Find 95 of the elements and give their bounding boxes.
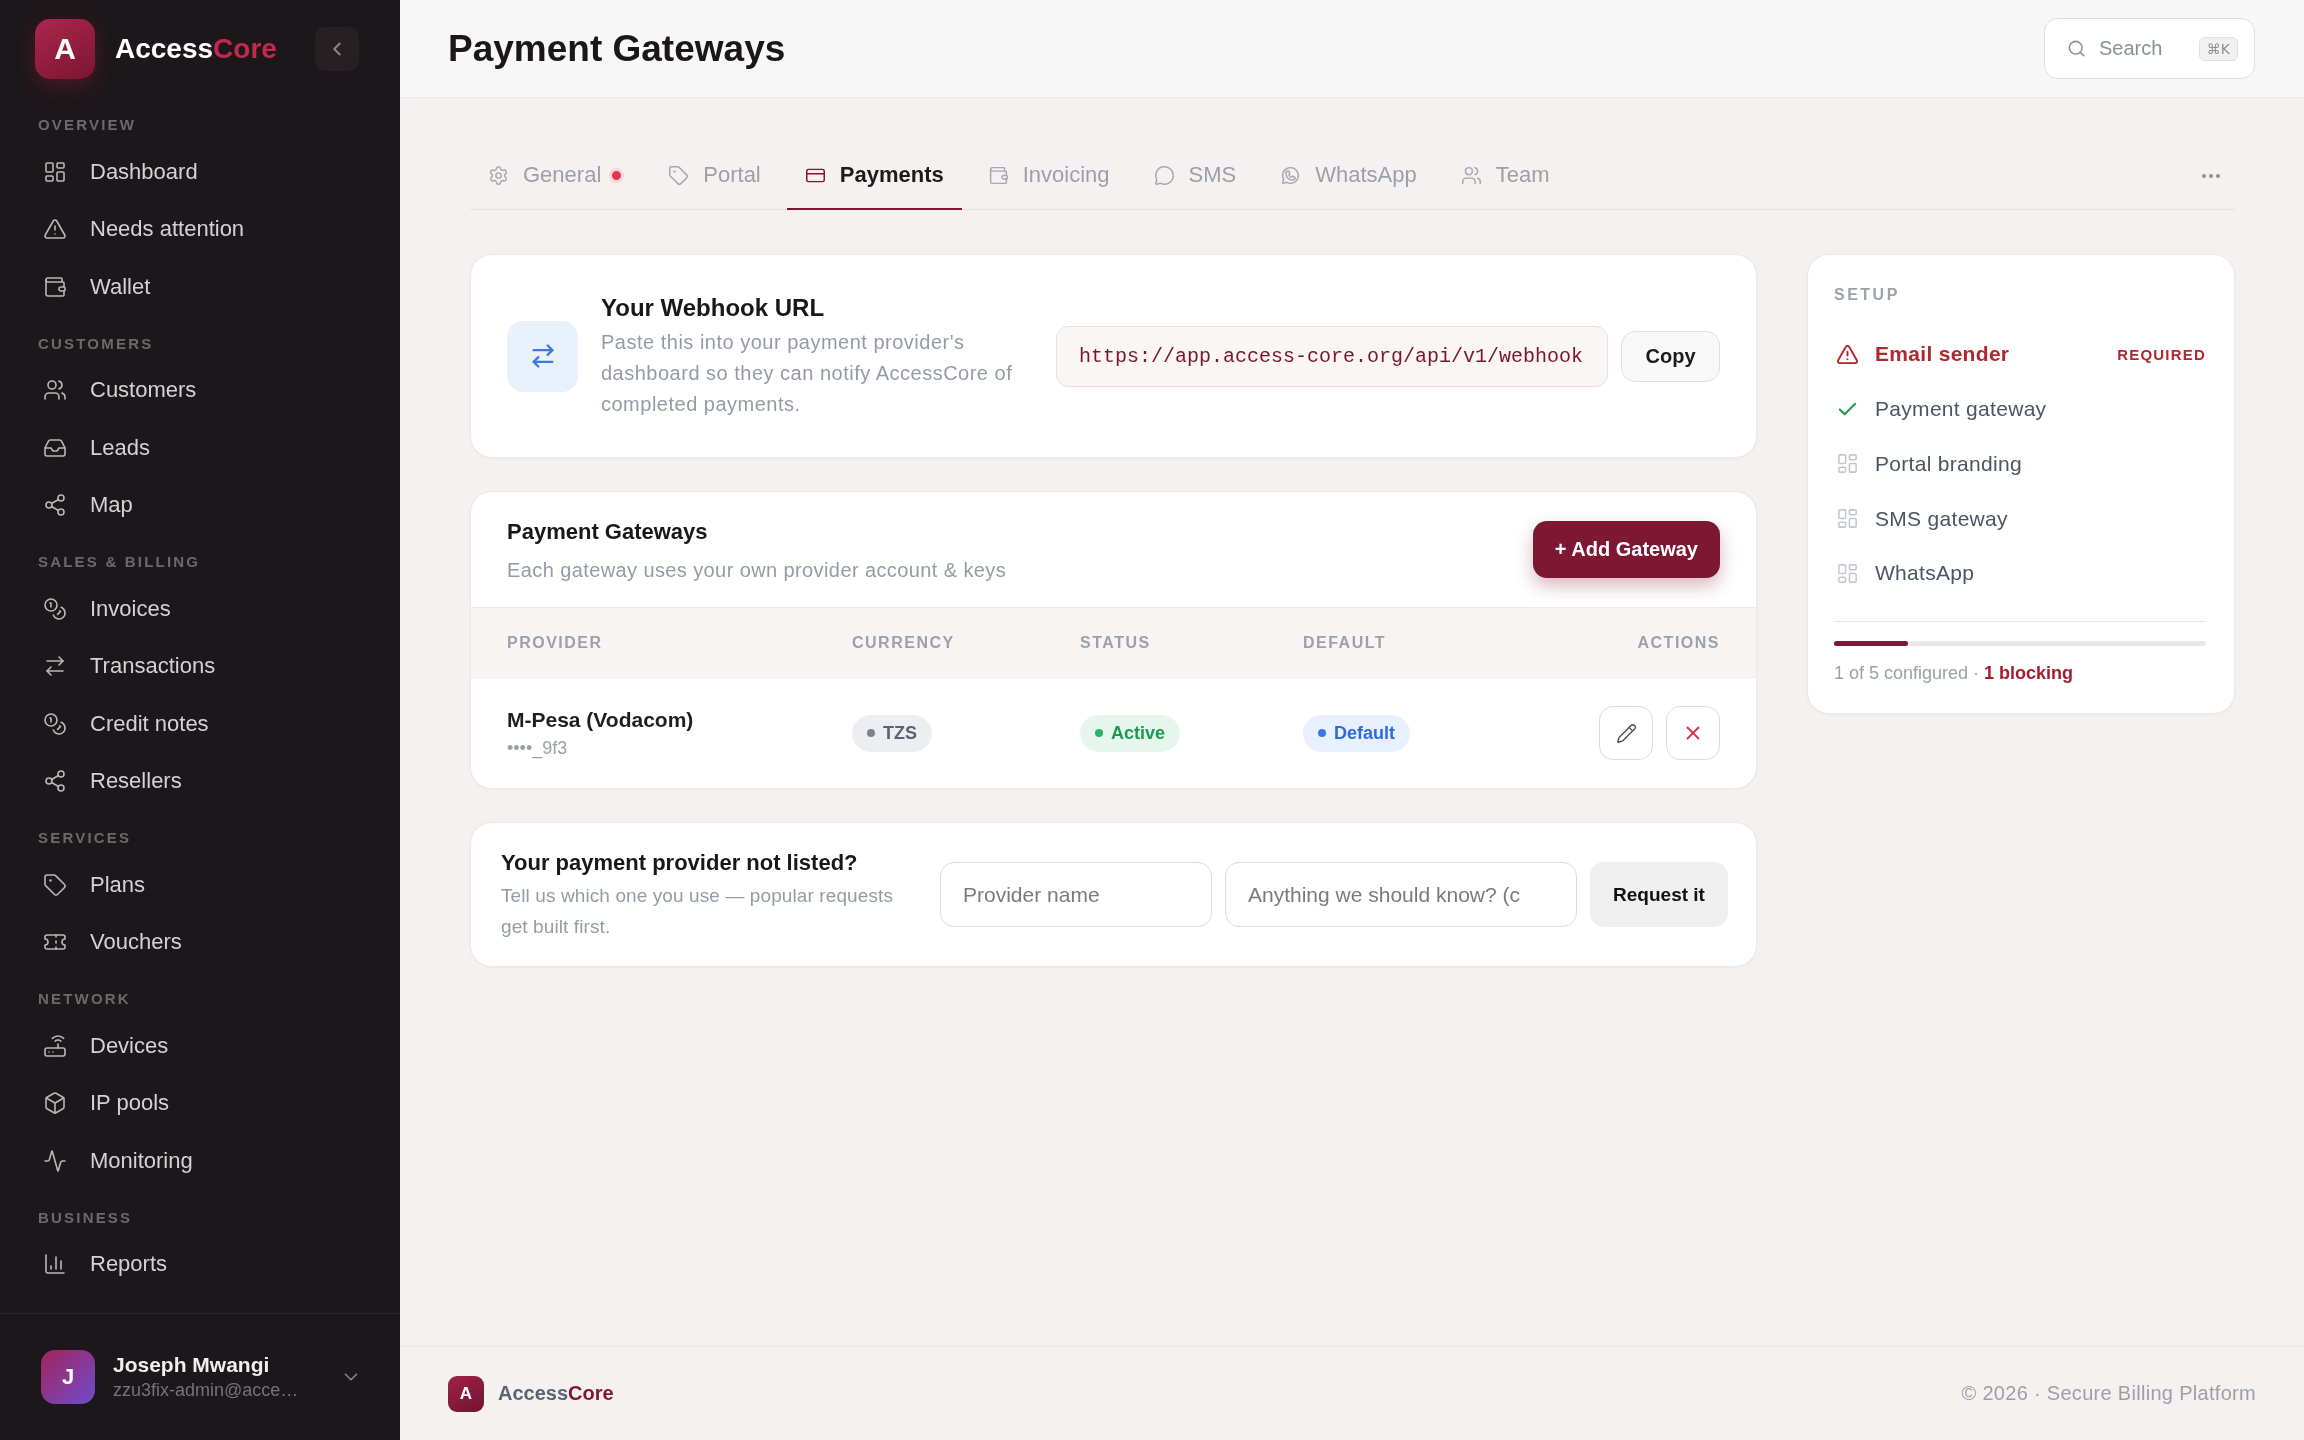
nav-item[interactable]: Leads — [24, 419, 376, 477]
logo-mark: A — [35, 19, 95, 79]
phone-bubble-icon — [1280, 164, 1302, 186]
shortcut-key: ⌘K — [2198, 36, 2238, 61]
webhook-url-field[interactable]: https://app.access-core.org/api/v1/webhook — [1056, 325, 1608, 387]
user-name: Joseph Mwangi — [113, 1353, 271, 1377]
share-icon — [43, 769, 67, 794]
nav-item[interactable]: Reports — [24, 1235, 376, 1293]
edit-button[interactable] — [1599, 706, 1653, 760]
setup-summary: 1 of 5 configured · 1 blocking — [1834, 661, 2075, 685]
column-header: STATUS — [1080, 633, 1152, 652]
nav-item[interactable]: Dashboard — [24, 143, 376, 201]
request-button[interactable]: Request it — [1590, 862, 1728, 927]
nav-item[interactable]: Transactions — [24, 637, 376, 695]
nav-item[interactable]: IP pools — [24, 1074, 376, 1132]
warning-icon — [43, 217, 67, 242]
nav-item[interactable]: Devices — [24, 1017, 376, 1075]
column-header: CURRENCY — [852, 633, 956, 652]
nav-item[interactable]: Customers — [24, 361, 376, 419]
status-text: Active — [1111, 722, 1166, 744]
pencil-icon — [1615, 722, 1637, 744]
search-icon — [2067, 39, 2086, 58]
column-header: PROVIDER — [507, 633, 604, 652]
column-header: ACTIONS — [1637, 633, 1720, 652]
card-title: Payment Gateways — [507, 517, 709, 546]
nav-item[interactable]: Wallet — [24, 258, 376, 316]
coins-icon — [43, 596, 67, 621]
cube-icon — [43, 1091, 67, 1116]
router-icon — [43, 1033, 67, 1058]
provider-name-input[interactable]: Provider name — [940, 862, 1212, 927]
provider-name: M-Pesa (Vodacom) — [507, 707, 695, 732]
brand-name: AccessCore — [115, 33, 277, 65]
card-title: Your payment provider not listed? — [501, 848, 859, 877]
coins-icon — [43, 711, 67, 736]
setup-item[interactable]: Email sender REQUIRED — [1834, 327, 2206, 382]
page-title: Payment Gateways — [448, 27, 786, 70]
user-avatar: J — [41, 1350, 95, 1404]
settings-icon — [488, 164, 509, 186]
delete-button[interactable] — [1666, 706, 1720, 760]
tab[interactable]: Payments — [786, 142, 962, 210]
pulse-icon — [43, 1148, 67, 1173]
nav-item[interactable]: Needs attention — [24, 200, 376, 258]
add-gateway-button[interactable]: + Add Gateway — [1532, 521, 1720, 578]
arrows-icon — [507, 320, 578, 392]
nav-item[interactable]: Map — [24, 476, 376, 534]
people-icon — [1460, 164, 1482, 186]
section-label: SERVICES — [37, 828, 133, 848]
required-label: REQUIRED — [2117, 345, 2206, 363]
section-label: BUSINESS — [37, 1207, 134, 1228]
chat-bubble-icon — [1153, 164, 1175, 186]
grid-icon — [1836, 452, 1859, 476]
nav-item[interactable]: Invoices — [24, 580, 376, 638]
tag-icon — [668, 164, 690, 186]
setup-item[interactable]: Portal branding — [1834, 436, 2206, 492]
masked-key: ••••_9f3 — [507, 737, 852, 759]
default-text: Default — [1334, 722, 1395, 744]
copy-button[interactable]: Copy — [1621, 330, 1720, 382]
currency-text: TZS — [883, 722, 917, 744]
setup-title: SETUP — [1834, 285, 1901, 305]
logo-mark: A — [448, 1375, 484, 1412]
tag-icon — [43, 872, 67, 897]
section-label: CUSTOMERS — [37, 333, 155, 354]
nav-item[interactable]: Credit notes — [24, 695, 376, 753]
nav-item[interactable]: Resellers — [24, 752, 376, 810]
section-label: SALES & BILLING — [37, 552, 202, 572]
dot-icon — [1318, 729, 1326, 737]
bar-chart-icon — [43, 1252, 67, 1277]
warning-icon — [1836, 342, 1859, 366]
setup-item[interactable]: Payment gateway — [1834, 381, 2206, 437]
nav-item[interactable]: Vouchers — [24, 913, 376, 971]
arrows-icon — [43, 654, 67, 679]
card-description: Tell us which one you use — popular requests get built first. — [501, 883, 894, 939]
grid-icon — [43, 159, 67, 184]
status-dot-icon — [1095, 729, 1103, 737]
people-icon — [43, 378, 67, 403]
wallet-icon — [987, 164, 1009, 186]
section-label: OVERVIEW — [37, 115, 138, 135]
card-title: Your Webhook URL — [601, 292, 826, 323]
dot-icon — [867, 729, 875, 737]
grid-icon — [1836, 561, 1859, 585]
copyright-text: © 2026 · Secure Billing Platform — [1961, 1382, 2256, 1405]
card-description: Paste this into your payment provider's dashboard so they can notify AccessCore of completed payments. — [601, 329, 1014, 417]
nav-item[interactable]: Monitoring — [24, 1132, 376, 1190]
setup-item[interactable]: WhatsApp — [1834, 546, 2206, 601]
brand-name: AccessCore — [498, 1382, 614, 1405]
nav-item[interactable]: Plans — [24, 856, 376, 914]
wallet-icon — [43, 274, 67, 299]
user-email: zzu3fix-admin@acce… — [113, 1380, 299, 1401]
notes-input[interactable]: Anything we should know? (c — [1225, 862, 1577, 927]
setup-item[interactable]: SMS gateway — [1834, 491, 2206, 546]
column-header: DEFAULT — [1303, 633, 1388, 652]
grid-icon — [1836, 507, 1859, 531]
card-subtitle: Each gateway uses your own provider account & keys — [507, 557, 1007, 583]
share-icon — [43, 493, 67, 518]
section-label: NETWORK — [37, 989, 132, 1009]
